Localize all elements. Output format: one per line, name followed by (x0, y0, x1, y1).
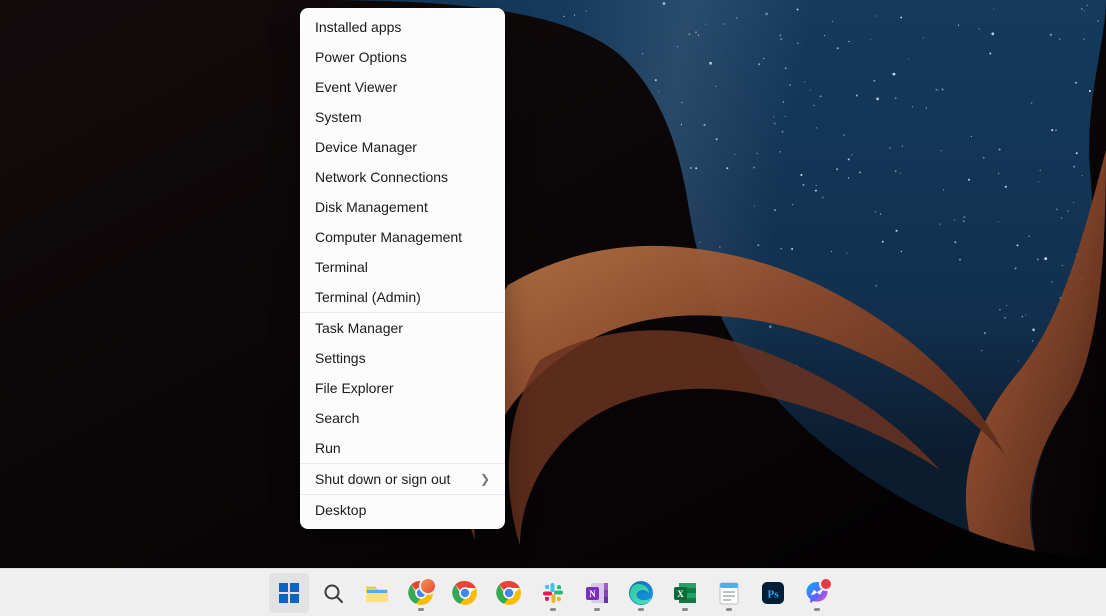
taskbar-messenger[interactable] (797, 573, 837, 613)
winx-item-run[interactable]: Run (300, 433, 505, 463)
svg-text:X: X (677, 589, 684, 599)
taskbar-start[interactable] (269, 573, 309, 613)
file-explorer-icon (364, 580, 390, 606)
taskbar-file-explorer[interactable] (357, 573, 397, 613)
winx-item-disk-management[interactable]: Disk Management (300, 192, 505, 222)
winx-item-computer-management[interactable]: Computer Management (300, 222, 505, 252)
menu-item-label: Disk Management (315, 199, 428, 215)
taskbar-chrome-profile2[interactable] (445, 573, 485, 613)
menu-item-label: System (315, 109, 362, 125)
menu-item-label: Installed apps (315, 19, 401, 35)
winx-item-system[interactable]: System (300, 102, 505, 132)
taskbar-excel[interactable]: X (665, 573, 705, 613)
running-indicator (726, 608, 732, 611)
svg-text:Ps: Ps (768, 588, 780, 600)
menu-item-label: File Explorer (315, 380, 394, 396)
winx-group: Installed apps Power Options Event Viewe… (300, 12, 505, 312)
chevron-right-icon: ❯ (480, 472, 490, 486)
winx-item-device-manager[interactable]: Device Manager (300, 132, 505, 162)
winx-group: Shut down or sign out ❯ (300, 463, 505, 494)
taskbar-edge[interactable] (621, 573, 661, 613)
running-indicator (682, 608, 688, 611)
menu-item-label: Task Manager (315, 320, 403, 336)
winx-item-task-manager[interactable]: Task Manager (300, 313, 505, 343)
winx-item-installed-apps[interactable]: Installed apps (300, 12, 505, 42)
taskbar-photoshop[interactable]: Ps (753, 573, 793, 613)
winx-item-terminal-admin[interactable]: Terminal (Admin) (300, 282, 505, 312)
winx-item-network-connections[interactable]: Network Connections (300, 162, 505, 192)
taskbar-slack[interactable] (533, 573, 573, 613)
onenote-icon: N (584, 580, 610, 606)
taskbar-search[interactable] (313, 573, 353, 613)
taskbar-notepad[interactable] (709, 573, 749, 613)
menu-item-label: Run (315, 440, 341, 456)
profile-badge-icon (419, 577, 437, 595)
winx-item-search[interactable]: Search (300, 403, 505, 433)
running-indicator (418, 608, 424, 611)
running-indicator (550, 608, 556, 611)
taskbar-chrome-profile3[interactable] (489, 573, 529, 613)
search-icon (322, 582, 344, 604)
notepad-icon (717, 580, 741, 606)
notification-badge-icon (819, 577, 833, 591)
slack-icon (541, 581, 565, 605)
winx-group: Task Manager Settings File Explorer Sear… (300, 312, 505, 463)
winx-item-event-viewer[interactable]: Event Viewer (300, 72, 505, 102)
menu-item-label: Desktop (315, 502, 366, 518)
running-indicator (594, 608, 600, 611)
menu-item-label: Settings (315, 350, 366, 366)
running-indicator (814, 608, 820, 611)
menu-item-label: Event Viewer (315, 79, 397, 95)
menu-item-label: Network Connections (315, 169, 448, 185)
winx-group: Desktop (300, 494, 505, 525)
desktop-wallpaper (0, 0, 1106, 568)
menu-item-label: Device Manager (315, 139, 417, 155)
photoshop-icon: Ps (760, 580, 786, 606)
winx-item-settings[interactable]: Settings (300, 343, 505, 373)
winx-item-file-explorer[interactable]: File Explorer (300, 373, 505, 403)
chrome-icon (496, 580, 522, 606)
menu-item-label: Search (315, 410, 359, 426)
taskbar: N X (0, 568, 1106, 616)
taskbar-onenote[interactable]: N (577, 573, 617, 613)
winx-menu: Installed apps Power Options Event Viewe… (300, 8, 505, 529)
winx-item-terminal[interactable]: Terminal (300, 252, 505, 282)
edge-icon (628, 580, 654, 606)
menu-item-label: Shut down or sign out (315, 471, 450, 487)
winx-item-shutdown-signout[interactable]: Shut down or sign out ❯ (300, 464, 505, 494)
menu-item-label: Power Options (315, 49, 407, 65)
running-indicator (638, 608, 644, 611)
svg-text:N: N (589, 589, 596, 599)
menu-item-label: Terminal (Admin) (315, 289, 421, 305)
chrome-icon (452, 580, 478, 606)
winx-item-power-options[interactable]: Power Options (300, 42, 505, 72)
winx-item-desktop[interactable]: Desktop (300, 495, 505, 525)
menu-item-label: Terminal (315, 259, 368, 275)
taskbar-chrome-profile1[interactable] (401, 573, 441, 613)
menu-item-label: Computer Management (315, 229, 462, 245)
excel-icon: X (672, 580, 698, 606)
windows-icon (277, 581, 301, 605)
